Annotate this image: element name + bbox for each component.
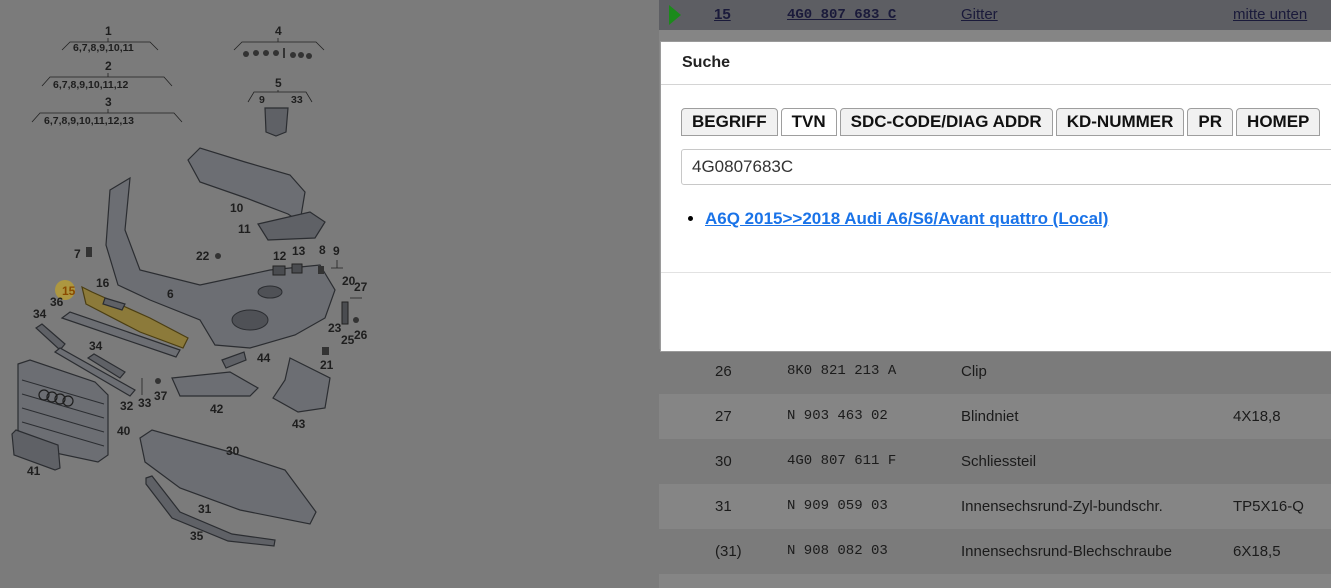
tab-pr[interactable]: PR xyxy=(1187,108,1234,136)
tab-kd-nummer[interactable]: KD-NUMMER xyxy=(1055,108,1185,136)
callout-10[interactable]: 10 xyxy=(230,201,244,215)
list-item: A6Q 2015>>2018 Audi A6/S6/Avant quattro … xyxy=(705,209,1108,229)
row-part-number: 4G0 807 611 F xyxy=(787,453,897,469)
selected-row-note[interactable]: mitte unten xyxy=(1233,6,1307,23)
sublist-5a: 9 xyxy=(259,94,265,106)
fog-grille xyxy=(171,371,259,397)
sublist-2: 6,7,8,9,10,11,12 xyxy=(53,79,128,91)
table-row[interactable]: 26 8K0 821 213 A Clip xyxy=(659,349,1331,394)
callout-group-3: 3 6,7,8,9,10,11,12,13 xyxy=(31,95,183,127)
callout-2[interactable]: 2 xyxy=(105,59,112,73)
sublist-5b: 33 xyxy=(291,94,303,106)
callout-21[interactable]: 21 xyxy=(320,358,334,372)
callout-32[interactable]: 32 xyxy=(120,399,134,413)
callout-3[interactable]: 3 xyxy=(105,95,112,109)
row-description: Schliessteil xyxy=(961,453,1037,470)
bumper-exploded-view: 1 6,7,8,9,10,11 2 6,7,8,9,10,11,12 3 6,7… xyxy=(11,24,368,547)
row-description: Blindniet xyxy=(961,408,1019,425)
callout-group-2: 2 6,7,8,9,10,11,12 xyxy=(41,59,173,91)
table-row[interactable]: 27 N 903 463 02 Blindniet 4X18,8 xyxy=(659,394,1331,439)
dialog-title: Suche xyxy=(682,54,731,71)
tab-sdc-code[interactable]: SDC-CODE/DIAG ADDR xyxy=(839,108,1053,136)
dialog-divider xyxy=(661,272,1331,273)
callout-group-5: 5 9 33 xyxy=(247,76,313,137)
callout-1[interactable]: 1 xyxy=(105,24,112,38)
row-note: 6X18,5 xyxy=(1233,543,1281,560)
row-part-number: N 909 059 03 xyxy=(787,498,888,514)
dialog-header: Suche xyxy=(661,42,1331,85)
callout-12[interactable]: 12 xyxy=(273,249,287,263)
row-position: 27 xyxy=(715,408,732,425)
tab-begriff[interactable]: BEGRIFF xyxy=(681,108,778,136)
callout-34b[interactable]: 34 xyxy=(89,339,103,353)
row-position: 31 xyxy=(715,498,732,515)
row-note: 4X18,8 xyxy=(1233,408,1281,425)
row-part-number: N 908 082 03 xyxy=(787,543,888,559)
callout-11[interactable]: 11 xyxy=(238,222,251,236)
callout-13[interactable]: 13 xyxy=(292,244,306,258)
row-description: Innensechsrund-Zyl-bundschr. xyxy=(961,498,1163,515)
search-dialog: Suche BEGRIFF TVN SDC-CODE/DIAG ADDR KD-NUM… xyxy=(660,41,1331,352)
sublist-3: 6,7,8,9,10,11,12,13 xyxy=(44,115,134,127)
callout-6[interactable]: 6 xyxy=(167,287,174,301)
row-note: TP5X16-Q xyxy=(1233,498,1304,515)
row-position: 30 xyxy=(715,453,732,470)
callout-43[interactable]: 43 xyxy=(292,417,306,431)
row-description: Innensechsrund-Blechschraube xyxy=(961,543,1172,560)
selected-row-part-number[interactable]: 4G0 807 683 C xyxy=(787,7,896,23)
callout-group-4: 4 xyxy=(233,24,325,59)
callout-8[interactable]: 8 xyxy=(319,243,326,257)
callout-group-1: 1 6,7,8,9,10,11 xyxy=(61,24,159,54)
search-tabs: BEGRIFF TVN SDC-CODE/DIAG ADDR KD-NUMMER PR H… xyxy=(681,108,1323,136)
selected-table-row[interactable]: 15 4G0 807 683 C Gitter mitte unten xyxy=(659,0,1331,30)
callout-26[interactable]: 26 xyxy=(354,328,368,342)
row-position: 26 xyxy=(715,363,732,380)
callout-4[interactable]: 4 xyxy=(275,24,282,38)
callout-22[interactable]: 22 xyxy=(196,249,210,263)
callout-23[interactable]: 23 xyxy=(328,321,342,335)
callout-27[interactable]: 27 xyxy=(354,280,368,294)
carrier-bracket xyxy=(187,147,306,224)
tab-tvn[interactable]: TVN xyxy=(780,108,837,136)
callout-41[interactable]: 41 xyxy=(27,464,41,478)
callout-36[interactable]: 36 xyxy=(50,295,64,309)
selected-row-position[interactable]: 15 xyxy=(714,6,731,23)
tab-homep[interactable]: HOMEP xyxy=(1236,108,1321,136)
callout-7[interactable]: 7 xyxy=(74,247,81,261)
callout-16[interactable]: 16 xyxy=(96,276,110,290)
callout-33[interactable]: 33 xyxy=(138,396,152,410)
callout-42[interactable]: 42 xyxy=(210,402,224,416)
table-row[interactable]: 30 4G0 807 611 F Schliessteil xyxy=(659,439,1331,484)
parts-diagram: 1 6,7,8,9,10,11 2 6,7,8,9,10,11,12 3 6,7… xyxy=(0,0,659,588)
callout-25[interactable]: 25 xyxy=(341,333,355,347)
callout-31[interactable]: 31 xyxy=(198,502,212,516)
callout-44[interactable]: 44 xyxy=(257,351,271,365)
table-row[interactable]: 31 N 909 059 03 Innensechsrund-Zyl-bunds… xyxy=(659,484,1331,529)
row-part-number: 8K0 821 213 A xyxy=(787,363,897,379)
row-description: Clip xyxy=(961,363,987,380)
callout-30[interactable]: 30 xyxy=(226,444,240,458)
table-row[interactable]: (31) N 908 082 03 Innensechsrund-Blechsc… xyxy=(659,529,1331,574)
callout-9[interactable]: 9 xyxy=(333,244,340,258)
search-input[interactable] xyxy=(681,149,1331,185)
callout-5[interactable]: 5 xyxy=(275,76,282,90)
row-part-number: N 903 463 02 xyxy=(787,408,888,424)
row-position: (31) xyxy=(715,543,742,560)
result-link[interactable]: A6Q 2015>>2018 Audi A6/S6/Avant quattro … xyxy=(705,209,1108,228)
callout-35[interactable]: 35 xyxy=(190,529,204,543)
callout-40[interactable]: 40 xyxy=(117,424,131,438)
callout-15[interactable]: 15 xyxy=(62,284,76,298)
selected-row-description[interactable]: Gitter xyxy=(961,6,998,23)
sublist-1: 6,7,8,9,10,11 xyxy=(73,42,134,54)
callout-37[interactable]: 37 xyxy=(154,389,168,403)
search-results: A6Q 2015>>2018 Audi A6/S6/Avant quattro … xyxy=(705,209,1108,229)
play-icon[interactable] xyxy=(669,5,681,25)
callout-34a[interactable]: 34 xyxy=(33,307,47,321)
side-bracket xyxy=(257,211,326,241)
